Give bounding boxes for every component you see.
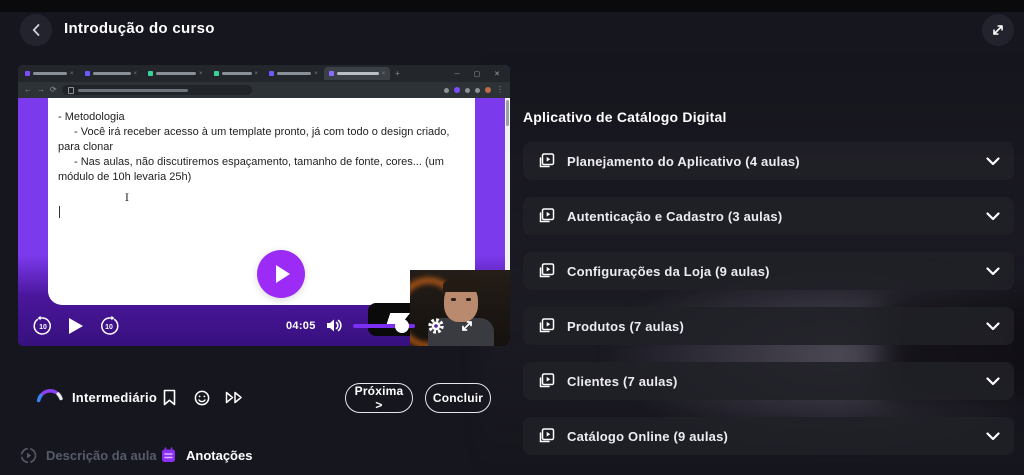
reaction-button[interactable]: [194, 390, 210, 406]
module-label: Planejamento do Aplicativo (4 aulas): [567, 153, 800, 169]
forward-icon: →: [37, 85, 45, 94]
svg-text:10: 10: [39, 324, 47, 331]
tab-lesson-description[interactable]: Descrição da aula: [20, 447, 157, 464]
volume-icon: [326, 319, 342, 332]
doc-line: - Você irá receber acesso à um template …: [58, 126, 450, 153]
browser-tab: ×: [209, 67, 264, 80]
fast-forward-icon: [225, 391, 242, 404]
expand-diagonal-icon: [993, 25, 1003, 35]
reload-icon: ⟳: [50, 85, 57, 94]
video-player[interactable]: × × × × × × + ─ ▢ ✕ ← → ⟳ ⋮ - Metodologi…: [18, 65, 510, 346]
browser-tab: ×: [143, 67, 208, 80]
module-label: Autenticação e Cadastro (3 aulas): [567, 208, 783, 224]
chevron-down-icon: [986, 376, 1000, 385]
course-player-screen: Introdução do curso × × × × × × + ─ ▢ ✕ …: [0, 0, 1024, 475]
tab-label: Descrição da aula: [46, 448, 157, 463]
browser-tab: ×: [20, 67, 79, 80]
complete-lesson-button[interactable]: Concluir: [425, 383, 491, 413]
module-row[interactable]: Autenticação e Cadastro (3 aulas): [523, 197, 1014, 235]
module-label: Configurações da Loja (9 aulas): [567, 263, 770, 279]
settings-button[interactable]: [427, 317, 445, 335]
time-display: 04:05: [286, 319, 316, 332]
chevron-left-icon: [32, 24, 40, 36]
back-button[interactable]: [20, 14, 52, 46]
volume-button[interactable]: [326, 318, 343, 333]
chevron-down-icon: [986, 156, 1000, 165]
ibeam-cursor: I: [125, 193, 129, 204]
bookmark-button[interactable]: [163, 389, 176, 406]
forward-10-icon: 10: [101, 315, 119, 335]
slides-icon: [539, 373, 555, 388]
window-controls: ─ ▢ ✕: [454, 70, 506, 78]
scrollbar-thumb: [506, 100, 509, 126]
person-hair: [443, 278, 479, 292]
svg-text:10: 10: [105, 324, 113, 331]
smiley-icon: [194, 390, 210, 406]
course-title: Aplicativo de Catálogo Digital: [523, 109, 727, 125]
chevron-down-icon: [986, 431, 1000, 440]
bookmark-icon: [163, 389, 176, 406]
browser-extensions: ⋮: [444, 86, 504, 94]
circle-play-icon: [20, 447, 37, 464]
browser-tab: ×: [264, 67, 323, 80]
expand-button[interactable]: [982, 14, 1014, 46]
recording-browser-addressbar: ← → ⟳ ⋮: [18, 82, 510, 98]
url-field: [61, 85, 252, 95]
player-controls: 10 10 04:05: [18, 305, 510, 346]
browser-tab: ×: [80, 67, 143, 80]
slider-knob[interactable]: [394, 318, 409, 333]
speed-button[interactable]: [225, 391, 244, 404]
module-label: Produtos (7 aulas): [567, 318, 685, 334]
new-tab-icon: +: [395, 68, 400, 78]
recording-document-text: - Metodologia - Você irá receber acesso …: [58, 110, 458, 185]
chevron-down-icon: [986, 321, 1000, 330]
doc-line: - Nas aulas, não discutiremos espaçament…: [58, 156, 444, 183]
gear-icon: [427, 317, 444, 334]
page-title: Introdução do curso: [64, 20, 215, 37]
chevron-down-icon: [986, 266, 1000, 275]
module-label: Catálogo Online (9 aulas): [567, 428, 729, 444]
slides-icon: [539, 428, 555, 443]
tab-label: Anotações: [186, 448, 253, 463]
person-eyes: [451, 298, 471, 301]
play-icon: [276, 265, 290, 283]
chevron-down-icon: [986, 211, 1000, 220]
difficulty-gauge-icon: [34, 385, 66, 407]
forward-10-button[interactable]: 10: [98, 315, 120, 337]
recording-browser-tabstrip: × × × × × × + ─ ▢ ✕: [18, 65, 510, 82]
slides-icon: [539, 263, 555, 278]
slides-icon: [539, 208, 555, 223]
doc-line: - Metodologia: [58, 111, 125, 123]
tab-annotations[interactable]: Anotações: [160, 447, 252, 464]
big-play-button[interactable]: [257, 250, 305, 298]
module-row[interactable]: Catálogo Online (9 aulas): [523, 417, 1014, 455]
next-lesson-button[interactable]: Próxima >: [345, 383, 413, 413]
module-row[interactable]: Planejamento do Aplicativo (4 aulas): [523, 142, 1014, 180]
back-icon: ←: [24, 85, 32, 94]
browser-tab-active: ×: [323, 67, 391, 80]
module-row[interactable]: Configurações da Loja (9 aulas): [523, 252, 1014, 290]
notes-icon: [162, 447, 175, 462]
play-button[interactable]: [68, 317, 84, 335]
volume-slider[interactable]: [352, 318, 415, 333]
fullscreen-button[interactable]: [459, 318, 475, 334]
play-icon: [69, 317, 83, 334]
lock-icon: [67, 86, 74, 94]
slides-icon: [539, 318, 555, 333]
difficulty-label: Intermediário: [72, 390, 157, 405]
top-strip: [0, 0, 1024, 12]
module-row[interactable]: Produtos (7 aulas): [523, 307, 1014, 345]
module-row[interactable]: Clientes (7 aulas): [523, 362, 1014, 400]
slides-icon: [539, 153, 555, 168]
rewind-10-button[interactable]: 10: [32, 315, 54, 337]
recording-scrollbar: [505, 98, 510, 278]
fullscreen-icon: [461, 320, 472, 331]
text-caret: [59, 206, 60, 218]
module-label: Clientes (7 aulas): [567, 373, 678, 389]
rewind-10-icon: 10: [33, 315, 51, 335]
